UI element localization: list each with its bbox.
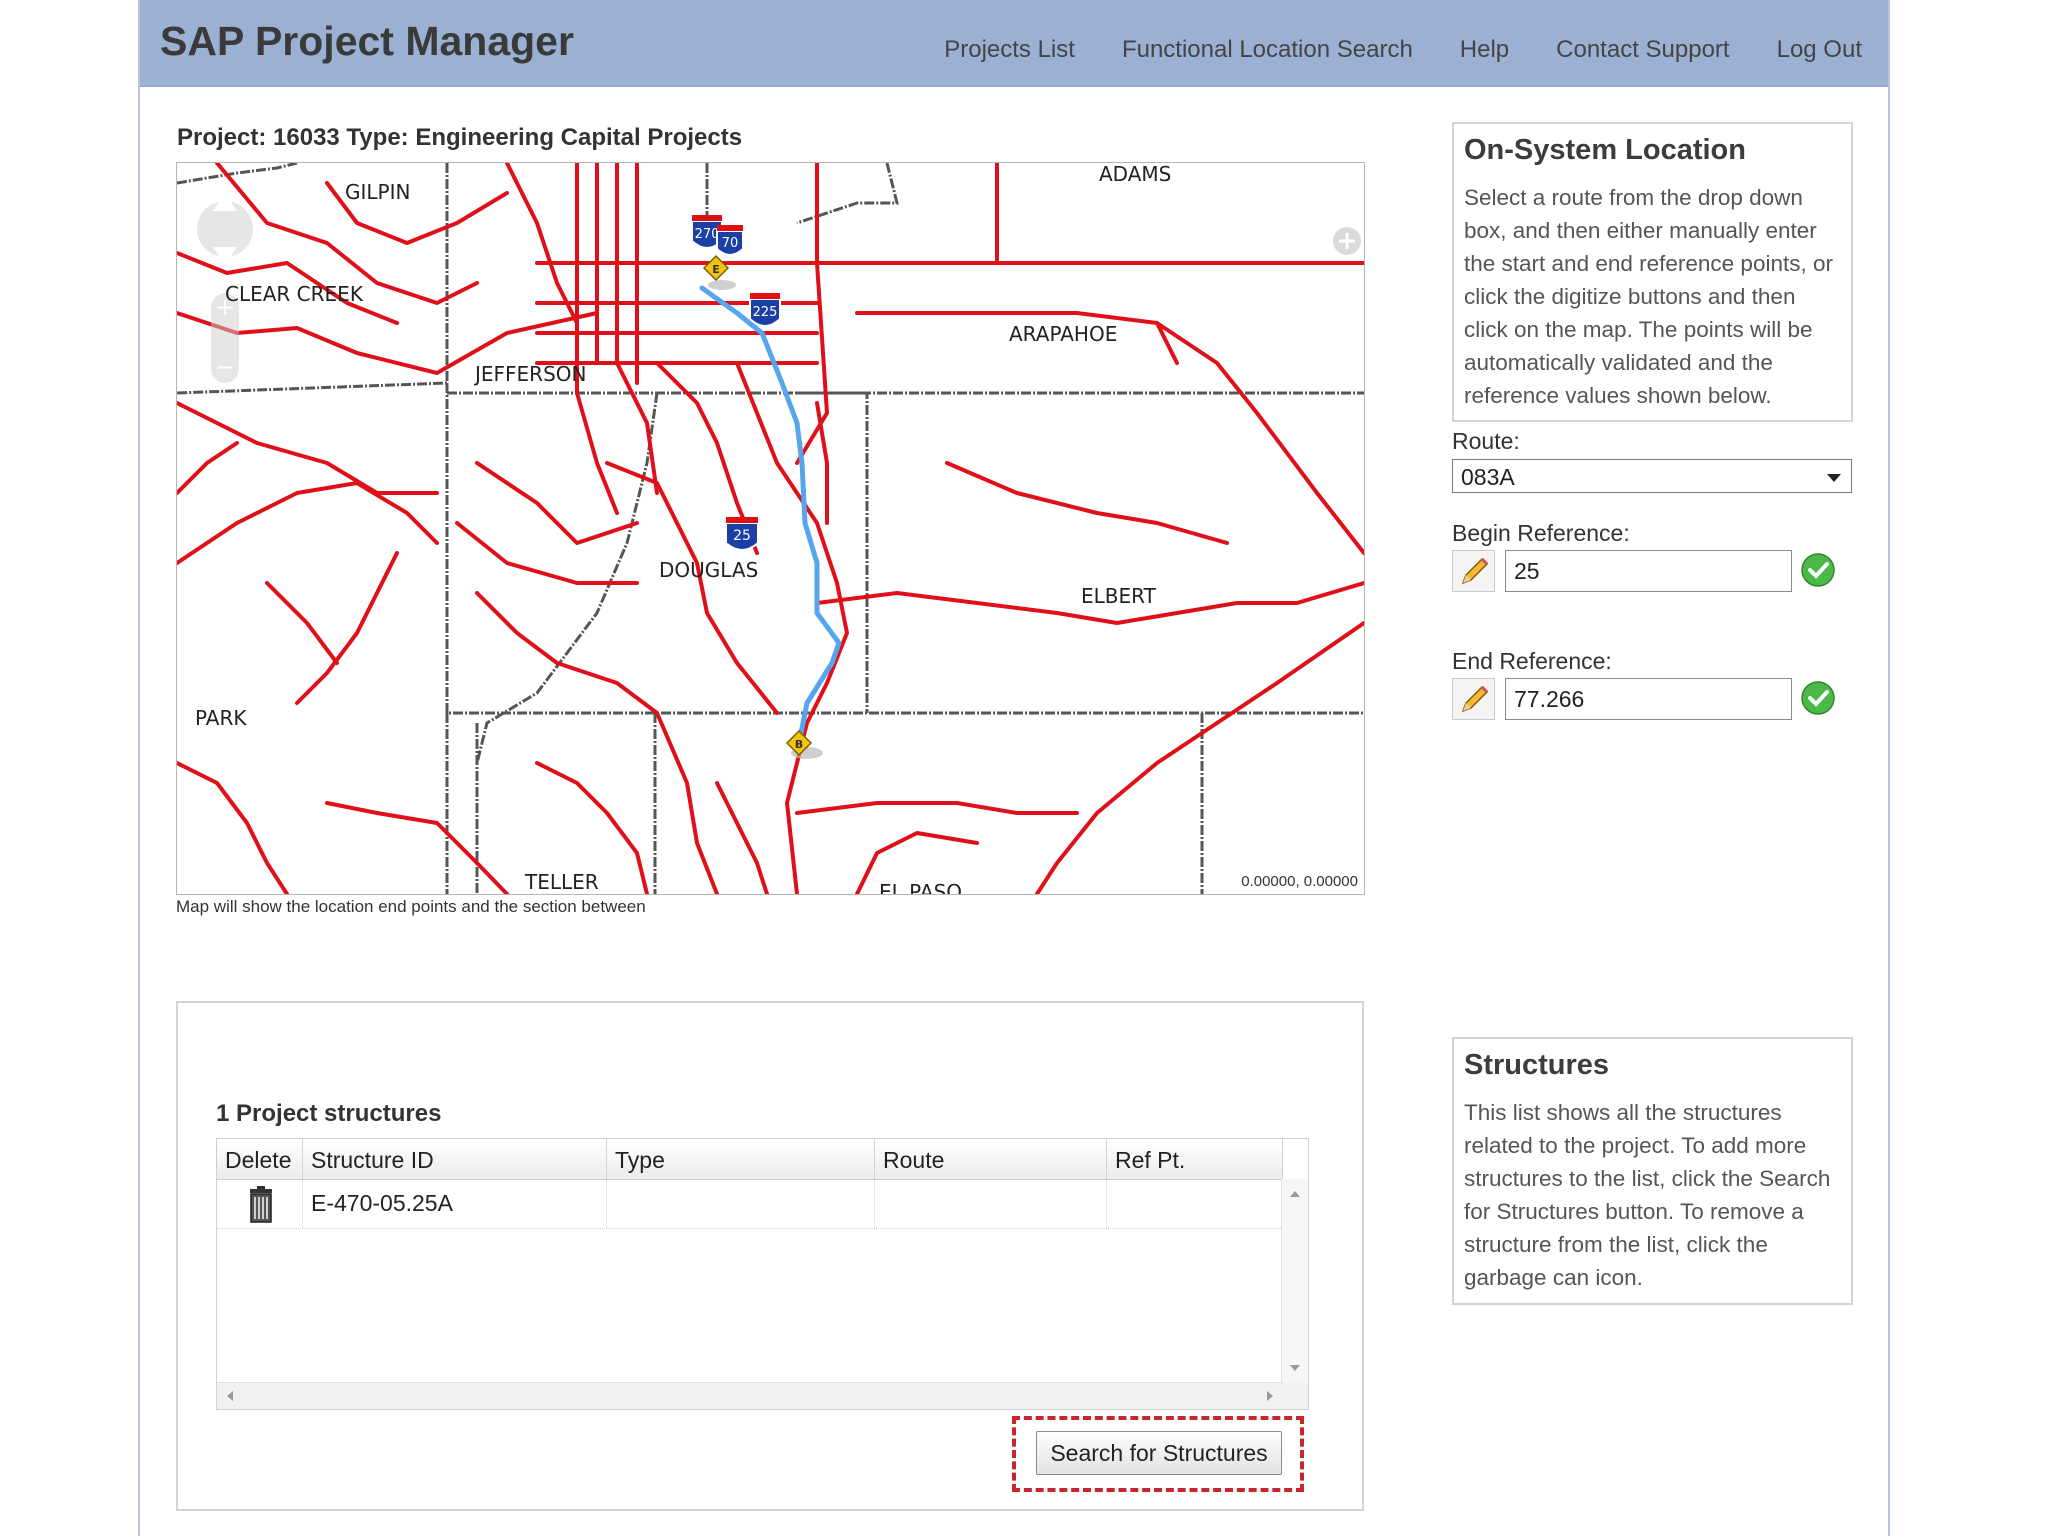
shield-label-225: 225 xyxy=(753,305,778,320)
scroll-left-icon[interactable] xyxy=(227,1391,233,1401)
shield-label-270: 270 xyxy=(695,227,720,242)
end-valid-check-icon xyxy=(1801,681,1835,715)
cell-ref-pt xyxy=(1107,1180,1283,1228)
structures-help-title: Structures xyxy=(1464,1049,1610,1081)
on-system-location-help: On-System Location Select a route from t… xyxy=(1452,122,1853,422)
table-row[interactable]: E-470-05.25A xyxy=(217,1180,1283,1229)
route-label: Route: xyxy=(1452,428,1520,454)
structures-help-text: This list shows all the structures relat… xyxy=(1464,1100,1831,1290)
map-zoom-control[interactable]: + − xyxy=(211,293,239,383)
project-structures-panel: 1 Project structures Delete Structure ID… xyxy=(176,1001,1364,1511)
structures-grid-header: Delete Structure ID Type Route Ref Pt. xyxy=(217,1139,1283,1180)
pencil-icon xyxy=(1461,557,1489,585)
begin-reference-input[interactable] xyxy=(1505,550,1792,592)
pencil-icon xyxy=(1461,685,1489,713)
structures-count: 1 Project structures xyxy=(216,1100,442,1127)
map-canvas[interactable]: + − 270 70 225 25 E B ADAMS GILPIN CLEAR… xyxy=(177,163,1364,894)
begin-reference-label: Begin Reference: xyxy=(1452,520,1630,546)
map-expand-icon[interactable] xyxy=(1333,227,1361,255)
route-selected-value: 083A xyxy=(1461,464,1515,490)
county-label-gilpin: GILPIN xyxy=(345,180,410,204)
nav-functional-location-search[interactable]: Functional Location Search xyxy=(1122,36,1413,64)
shield-label-25: 25 xyxy=(733,528,751,544)
county-label-douglas: DOUGLAS xyxy=(659,558,758,582)
project-title: Project: 16033 Type: Engineering Capital… xyxy=(177,124,743,151)
trash-can-icon[interactable] xyxy=(241,1186,281,1224)
route-map[interactable]: + − 270 70 225 25 E B ADAMS GILPIN CLEAR… xyxy=(176,162,1365,895)
map-pan-control[interactable] xyxy=(197,193,253,265)
nav-log-out[interactable]: Log Out xyxy=(1777,36,1862,64)
interstate-225-shield: 225 xyxy=(749,293,781,327)
end-reference-input[interactable] xyxy=(1505,678,1792,720)
structures-grid: Delete Structure ID Type Route Ref Pt. E… xyxy=(216,1138,1309,1410)
end-marker-label: E xyxy=(712,263,720,276)
county-boundaries xyxy=(177,163,1364,894)
vertical-scrollbar[interactable] xyxy=(1281,1179,1308,1383)
horizontal-scrollbar[interactable] xyxy=(217,1382,1283,1409)
scroll-down-icon[interactable] xyxy=(1290,1365,1300,1371)
scroll-right-icon[interactable] xyxy=(1267,1391,1273,1401)
interstate-25-shield: 25 xyxy=(725,517,759,551)
structures-help: Structures This list shows all the struc… xyxy=(1452,1037,1853,1305)
app-header: SAP Project Manager Projects List Functi… xyxy=(140,0,1888,87)
nav-contact-support[interactable]: Contact Support xyxy=(1556,36,1729,64)
cell-route xyxy=(875,1180,1107,1228)
scrollbar-corner xyxy=(1282,1383,1308,1409)
column-header-route[interactable]: Route xyxy=(875,1139,1107,1179)
app-title: SAP Project Manager xyxy=(160,18,574,64)
interstate-70-shield: 70 xyxy=(716,225,744,256)
begin-marker-label: B xyxy=(795,738,803,751)
delete-cell xyxy=(217,1180,303,1228)
nav-help[interactable]: Help xyxy=(1460,36,1509,64)
column-header-structure-id[interactable]: Structure ID xyxy=(303,1139,607,1179)
column-header-type[interactable]: Type xyxy=(607,1139,875,1179)
search-for-structures-button[interactable]: Search for Structures xyxy=(1036,1431,1282,1475)
map-coordinates: 0.00000, 0.00000 xyxy=(1241,873,1358,890)
shield-label-70: 70 xyxy=(722,236,739,251)
main-nav: Projects List Functional Location Search… xyxy=(944,36,1862,64)
county-label-jefferson: JEFFERSON xyxy=(473,362,586,386)
end-digitize-button[interactable] xyxy=(1452,678,1495,720)
county-label-arapahoe: ARAPAHOE xyxy=(1009,322,1117,346)
nav-projects-list[interactable]: Projects List xyxy=(944,36,1075,64)
column-header-delete[interactable]: Delete xyxy=(217,1139,303,1179)
county-label-adams: ADAMS xyxy=(1099,163,1171,186)
county-label-teller: TELLER xyxy=(524,870,599,894)
cell-structure-id: E-470-05.25A xyxy=(303,1180,607,1228)
svg-text:−: − xyxy=(215,353,235,381)
on-system-location-title: On-System Location xyxy=(1464,134,1746,166)
cell-type xyxy=(607,1180,875,1228)
begin-valid-check-icon xyxy=(1801,553,1835,587)
search-button-highlight: Search for Structures xyxy=(1012,1416,1304,1492)
map-caption: Map will show the location end points an… xyxy=(176,897,646,916)
county-label-el-paso: EL PASO xyxy=(879,880,962,894)
scroll-up-icon[interactable] xyxy=(1290,1191,1300,1197)
column-header-ref-pt[interactable]: Ref Pt. xyxy=(1107,1139,1283,1179)
end-reference-label: End Reference: xyxy=(1452,648,1612,674)
county-label-elbert: ELBERT xyxy=(1081,584,1157,608)
route-select[interactable]: 083A xyxy=(1452,459,1852,493)
on-system-location-text: Select a route from the drop down box, a… xyxy=(1464,185,1833,408)
road-network xyxy=(177,163,1364,894)
begin-digitize-button[interactable] xyxy=(1452,550,1495,592)
county-label-clear-creek: CLEAR CREEK xyxy=(225,282,364,306)
county-label-park: PARK xyxy=(195,706,247,730)
chevron-down-icon xyxy=(1827,474,1841,482)
selected-route-line xyxy=(699,285,842,746)
